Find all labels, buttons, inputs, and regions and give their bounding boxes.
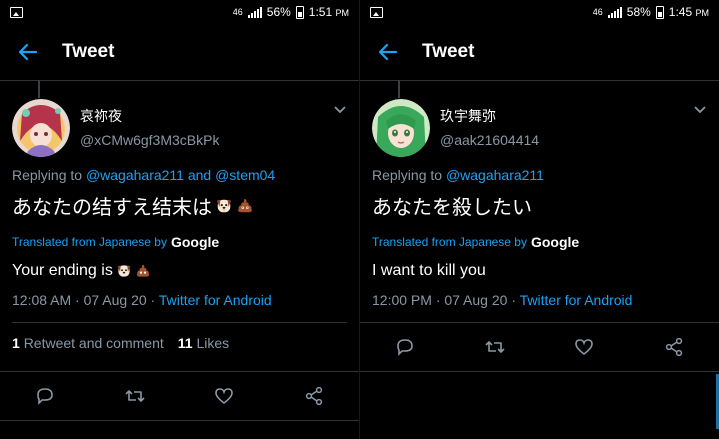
thread-line [38,80,40,98]
chevron-down-icon[interactable] [693,105,707,115]
share-icon [305,386,323,406]
tweet-meta: 12:00 PM · 07 Aug 20 · Twitter for Andro… [372,292,707,308]
clock: 1:51 PM [308,5,349,19]
tweet-source[interactable]: Twitter for Android [520,292,633,308]
share-button[interactable] [299,381,329,411]
like-icon [575,339,594,356]
replying-to: Replying to @wagahara211 and @stem04 [12,167,276,183]
back-arrow-icon [18,43,38,61]
battery-icon [655,5,664,19]
retweet-count[interactable]: 1 Retweet and comment [12,335,164,359]
display-name[interactable]: 哀祢夜 [80,106,333,126]
user-handle[interactable]: @xCMw6gf3M3cBkPk [80,132,333,148]
like-button[interactable] [569,332,599,362]
retweet-button[interactable] [480,332,510,362]
back-button[interactable] [8,32,48,72]
status-bar: 46 58% 1:45 PM [360,0,719,24]
tweet-source[interactable]: Twitter for Android [159,292,272,308]
google-logo: Google [170,234,220,250]
tweet-timestamp: 12:08 AM · 07 Aug 20 · [12,292,156,308]
dog-emoji [117,265,131,277]
reply-icon [37,388,53,405]
translated-text: I want to kill you [372,262,486,279]
share-button[interactable] [659,332,689,362]
retweet-button[interactable] [120,381,150,411]
reply-button[interactable] [390,332,420,362]
tweet-timestamp: 12:00 PM · 07 Aug 20 · [372,292,516,308]
tweet-stats: 1 Retweet and comment 11 Likes [12,322,347,359]
chevron-down-icon[interactable] [333,105,347,115]
avatar[interactable] [12,99,70,157]
replying-to: Replying to @wagahara211 [372,167,544,183]
app-header: Tweet [360,24,719,81]
network-label: 46 [592,7,603,17]
reply-mentions[interactable]: @wagahara211 [446,167,544,183]
reply-mentions[interactable]: @wagahara211 and @stem04 [86,167,275,183]
action-bar [0,371,359,421]
retweet-icon [485,341,505,353]
tweet-meta: 12:08 AM · 07 Aug 20 · Twitter for Andro… [12,292,347,308]
battery-percent: 58% [626,5,651,19]
tweet: 哀祢夜 @xCMw6gf3M3cBkPk Replying to @wagaha… [0,81,359,308]
pile-of-poo-emoji [238,198,252,212]
battery-icon [295,5,304,19]
signal-icon [607,6,622,18]
image-icon [10,6,23,18]
left-screenshot: 46 56% 1:51 PM Tweet 哀祢夜 @xCMw6gf3M3cBkP… [0,0,360,439]
tweet-text: あなたの结すえ结末は [12,191,347,220]
status-bar: 46 56% 1:51 PM [0,0,359,24]
translation-attribution: Translated from Japanese by Google [372,234,580,250]
display-name[interactable]: 玖宇舞弥 [440,106,693,126]
translated-text: Your ending is [12,262,347,280]
tweet-text: あなたを殺したい [372,197,532,219]
reply-icon [397,339,413,356]
avatar[interactable] [372,99,430,157]
battery-percent: 56% [266,5,291,19]
page-title: Tweet [62,41,115,62]
google-logo: Google [530,234,580,250]
clock: 1:45 PM [668,5,709,19]
translation-attribution: Translated from Japanese by Google [12,234,220,250]
tweet: 玖宇舞弥 @aak21604414 Replying to @wagahara2… [360,81,719,308]
user-handle[interactable]: @aak21604414 [440,132,693,148]
like-icon [215,388,234,405]
action-bar [360,322,719,372]
back-arrow-icon [378,43,398,61]
image-icon [370,6,383,18]
like-button[interactable] [209,381,239,411]
back-button[interactable] [368,32,408,72]
retweet-icon [125,390,145,402]
reply-button[interactable] [30,381,60,411]
network-label: 46 [232,7,243,17]
dog-emoji [216,199,232,212]
right-screenshot: 46 58% 1:45 PM Tweet 玖宇舞弥 @aak21604414 R… [360,0,719,439]
signal-icon [247,6,262,18]
pile-of-poo-emoji [136,264,149,277]
thread-line [398,80,400,98]
page-title: Tweet [422,41,475,62]
share-icon [665,337,683,357]
like-count[interactable]: 11 Likes [178,335,229,359]
app-header: Tweet [0,24,359,81]
